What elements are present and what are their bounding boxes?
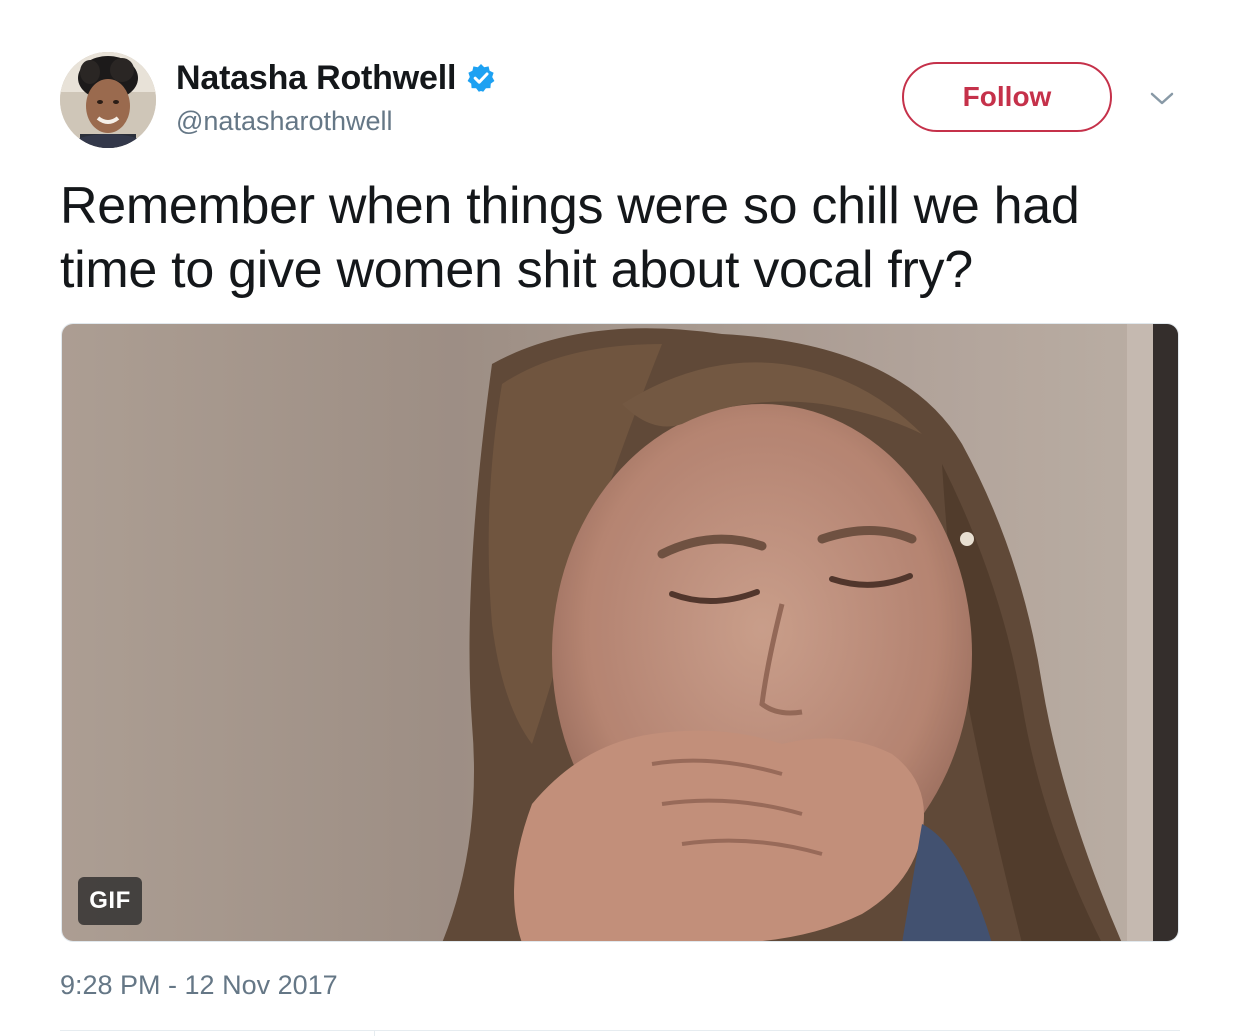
author-handle[interactable]: @natasharothwell [176,106,393,137]
chevron-down-icon[interactable] [1148,86,1176,110]
follow-button[interactable]: Follow [902,62,1112,132]
tweet-card: Natasha Rothwell @natasharothwell Follow… [0,0,1242,1036]
divider [60,1030,1180,1031]
tweet-timestamp[interactable]: 9:28 PM - 12 Nov 2017 [60,970,338,1001]
author-name-row: Natasha Rothwell [176,58,496,98]
tweet-media-gif[interactable]: GIF [61,323,1179,942]
gif-preview-image [62,324,1178,941]
divider-tick [374,1030,375,1036]
verified-badge-icon [466,63,496,93]
gif-badge: GIF [78,877,142,925]
author-avatar[interactable] [60,52,156,148]
tweet-text: Remember when things were so chill we ha… [60,177,1080,299]
author-display-name[interactable]: Natasha Rothwell [176,59,456,98]
profile-photo-icon [60,52,156,148]
